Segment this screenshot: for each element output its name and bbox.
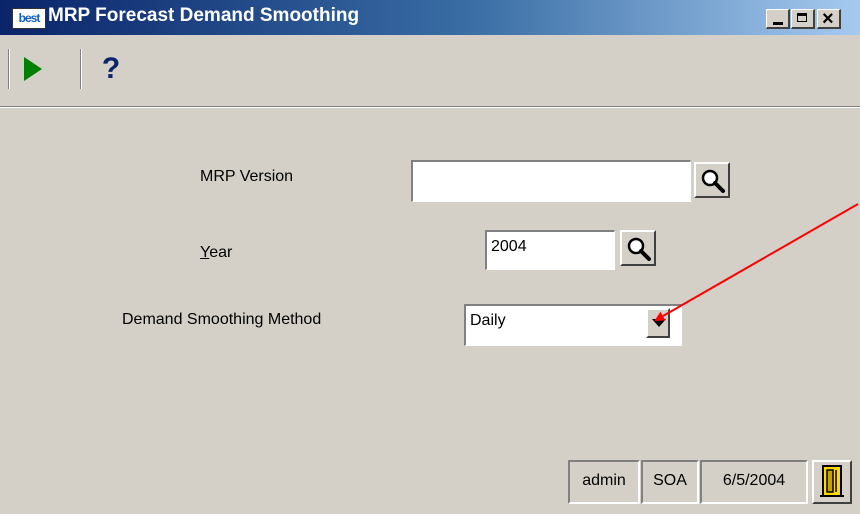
toolbar: ? xyxy=(0,35,860,108)
run-button[interactable] xyxy=(20,49,46,89)
close-button[interactable]: × xyxy=(817,8,841,30)
mrp-version-label: MRP Version xyxy=(200,168,294,185)
close-icon: × xyxy=(822,8,834,30)
toolbar-separator xyxy=(80,49,82,89)
year-label-text: ear xyxy=(209,244,233,261)
exit-door-icon xyxy=(820,465,844,497)
title-bar[interactable]: best MRP Forecast Demand Smoothing × xyxy=(0,0,860,35)
year-label: Year xyxy=(200,244,232,262)
year-lookup-button[interactable] xyxy=(620,230,656,266)
mrp-version-input[interactable] xyxy=(411,160,691,202)
status-date: 6/5/2004 xyxy=(700,460,808,504)
minimize-button[interactable] xyxy=(766,9,790,29)
main-window: best MRP Forecast Demand Smoothing × ? M… xyxy=(0,0,860,514)
help-button[interactable]: ? xyxy=(96,49,126,89)
app-logo: best xyxy=(12,8,46,29)
magnifier-icon xyxy=(627,237,651,261)
year-label-accelerator: Y xyxy=(200,244,210,261)
status-user: admin xyxy=(568,460,640,504)
magnifier-icon xyxy=(701,169,725,193)
toolbar-divider xyxy=(0,106,860,108)
maximize-icon xyxy=(797,13,807,22)
window-title: MRP Forecast Demand Smoothing xyxy=(48,5,360,26)
play-icon xyxy=(24,57,42,81)
toolbar-separator xyxy=(8,49,10,89)
status-company: SOA xyxy=(641,460,699,504)
dropdown-button[interactable] xyxy=(646,308,670,338)
year-input[interactable]: 2004 xyxy=(485,230,615,270)
minimize-icon xyxy=(773,22,783,25)
mrp-version-lookup-button[interactable] xyxy=(694,162,730,198)
maximize-button[interactable] xyxy=(791,9,815,29)
chevron-down-icon xyxy=(652,319,666,327)
exit-button[interactable] xyxy=(812,460,852,504)
demand-smoothing-method-label: Demand Smoothing Method xyxy=(122,311,322,328)
